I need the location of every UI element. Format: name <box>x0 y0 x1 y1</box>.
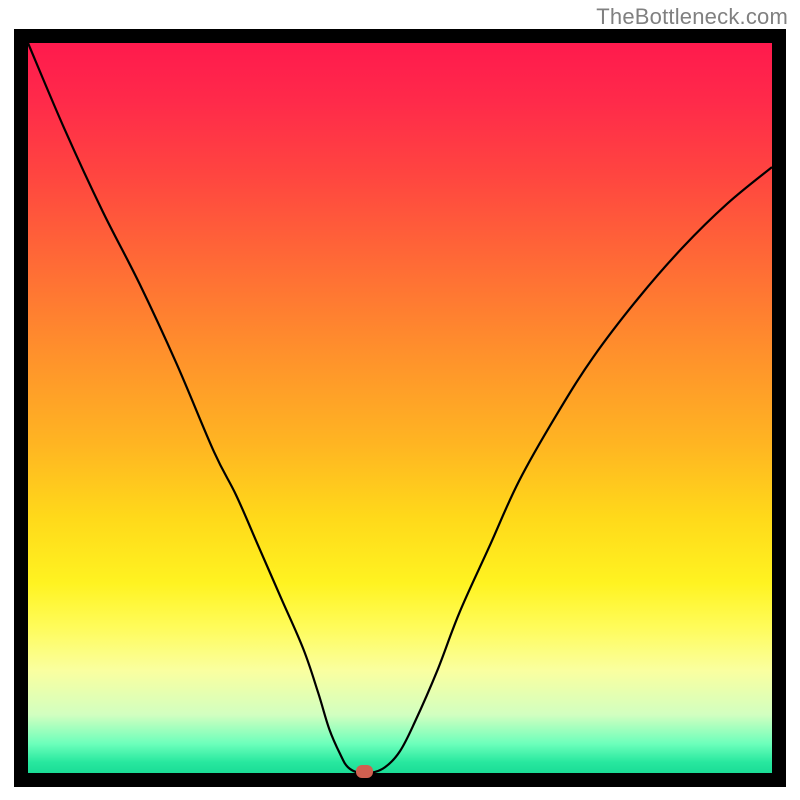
watermark-text: TheBottleneck.com <box>596 4 788 30</box>
curve-line <box>28 43 772 773</box>
chart-container: TheBottleneck.com <box>0 0 800 800</box>
plot-frame <box>14 29 786 787</box>
bottleneck-marker <box>356 765 373 778</box>
